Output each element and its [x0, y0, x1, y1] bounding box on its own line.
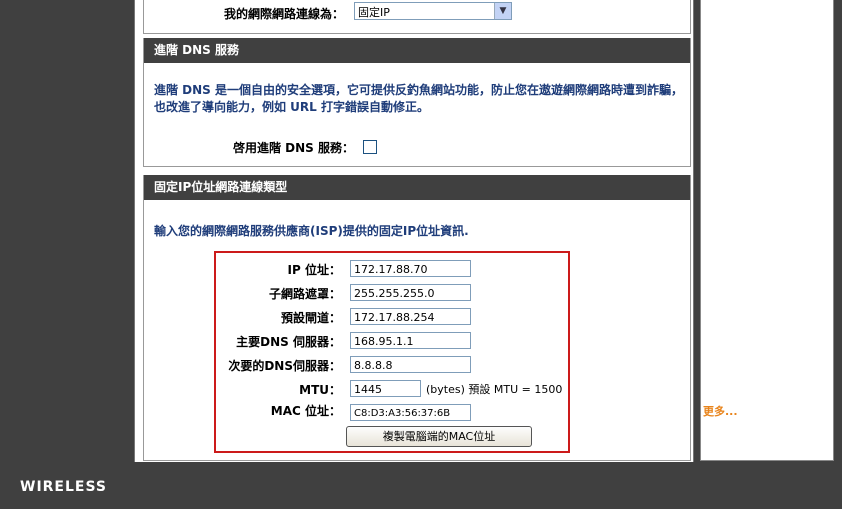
- advanced-dns-section: 進階 DNS 服務 進階 DNS 是一個自由的安全選項，它可提供反釣魚網站功能，…: [143, 38, 691, 167]
- help-text-line: Intranet，那麼未來碰: [703, 338, 813, 351]
- help-text-line: 網路上設定 VPN 或: [703, 324, 799, 337]
- connection-type-select[interactable]: 固定IP ▼: [354, 2, 512, 20]
- highlight-box: [214, 251, 570, 453]
- primary-dns-input[interactable]: 168.95.1.1: [350, 332, 471, 349]
- help-text-line: 當 DNS 中繼與進階: [703, 0, 800, 10]
- advanced-dns-description: 進階 DNS 是一個自由的安全選項，它可提供反釣魚網站功能，防止您在遨遊網際網路…: [154, 83, 684, 114]
- help-text-line: 能，但您的工作站所用: [703, 167, 813, 180]
- help-text-line: 歡的 DNS IP 位址，路: [703, 237, 814, 250]
- help-text-line: 透過路由器的 DHCP 伺: [703, 39, 819, 52]
- help-text-block: 雖然啓用了進階 DNS 功能，但您的工作站所用的 DNS IP 位址，依然 可以改…: [703, 153, 822, 279]
- help-text-line: 的 DNS IP 位址，依然: [703, 181, 814, 194]
- mtu-input[interactable]: 1445: [350, 380, 421, 397]
- help-text-line: 是路由器的 IP 位址)。: [703, 81, 813, 94]
- help-text-line: 該工作站自己設定了喜: [703, 223, 813, 236]
- help-text-block: 當 DNS 中繼與進階 DNS 功能均啓用時，若 您的網路上有工作站要 透過路由器的 …: [703, 0, 819, 123]
- help-text-line: 可以改成您喜歡的 DNS: [703, 195, 819, 208]
- advanced-dns-header: 進階 DNS 服務: [144, 38, 690, 63]
- connection-section: 我的網際網路連線為： 固定IP ▼: [143, 0, 691, 34]
- ip-address-label: IP 位址：: [287, 263, 341, 277]
- static-ip-section: 固定IP位址網路連線類型 輸入您的網際網路服務供應商(ISP)提供的固定IP位址…: [143, 175, 691, 461]
- help-text-line: 到連線問題時，您可停: [703, 352, 813, 365]
- help-text-line: 但流量還是有被保護: [703, 95, 802, 108]
- wireless-logo: WIRELESS: [20, 479, 108, 495]
- subnet-mask-input[interactable]: 255.255.255.0: [350, 284, 471, 301]
- subnet-mask-label: 子網路遮罩：: [268, 287, 341, 301]
- help-text-line: 伺服器 IP。請注意，若: [703, 209, 816, 222]
- mac-address-label: MAC 位址：: [270, 404, 341, 418]
- static-ip-intro: 輸入您的網際網路服務供應商(ISP)提供的固定IP位址資訊.: [154, 224, 469, 238]
- connection-type-value: 固定IP: [358, 6, 390, 19]
- help-text-line: DNS 功能均啓用時，若: [703, 11, 819, 24]
- connection-type-label: 我的網際網路連線為：: [223, 7, 344, 21]
- secondary-dns-input[interactable]: 8.8.8.8: [350, 356, 471, 373]
- static-ip-header: 固定IP位址網路連線類型: [144, 175, 690, 200]
- clone-mac-button[interactable]: 複製電腦端的MAC位址: [346, 426, 532, 447]
- main-content: 我的網際網路連線為： 固定IP ▼ 進階 DNS 服務 進階 DNS 是一個自由…: [134, 0, 694, 462]
- ip-address-input[interactable]: 172.17.88.70: [350, 260, 471, 277]
- secondary-dns-label: 次要的DNS伺服器：: [228, 359, 341, 373]
- chevron-down-icon[interactable]: ▼: [494, 3, 511, 19]
- gateway-input[interactable]: 172.17.88.254: [350, 308, 471, 325]
- help-text-line: 由器便不會插手 DNS 名: [703, 251, 822, 264]
- gateway-label: 預設閘道：: [280, 311, 341, 325]
- help-text-line: 稱解析。: [703, 265, 747, 278]
- help-text-line: 到 192.168.0.1 (也就: [703, 67, 814, 80]
- help-text-line: 用進階 DNS 服務。: [703, 366, 800, 379]
- help-text-line: 雖然啓用了進階 DNS 功: [703, 153, 822, 166]
- enable-advanced-dns-label: 啓用進階 DNS 服務：: [232, 141, 354, 155]
- mtu-default-note: (bytes) 預設 MTU = 1500: [426, 383, 563, 396]
- enable-advanced-dns-checkbox[interactable]: [363, 140, 377, 154]
- help-text-line: 若您選擇此選項，並在: [703, 310, 813, 323]
- primary-dns-label: 主要DNS 伺服器：: [236, 335, 341, 349]
- mtu-label: MTU：: [299, 383, 341, 397]
- more-link[interactable]: 更多...: [703, 403, 738, 419]
- help-text-line: 您的網路上有工作站要: [703, 25, 813, 38]
- mac-address-input[interactable]: C8:D3:A3:56:37:6B: [350, 404, 471, 421]
- help-text-block: 若您選擇此選項，並在 網路上設定 VPN 或 Intranet，那麼未來碰 到連線問題…: [703, 310, 813, 380]
- help-text-line: 服器取得 IP 位址，會得: [703, 53, 819, 66]
- help-sidebar: 當 DNS 中繼與進階 DNS 功能均啓用時，若 您的網路上有工作站要 透過路由器的 …: [697, 0, 842, 509]
- help-text-line: 的。: [703, 109, 725, 122]
